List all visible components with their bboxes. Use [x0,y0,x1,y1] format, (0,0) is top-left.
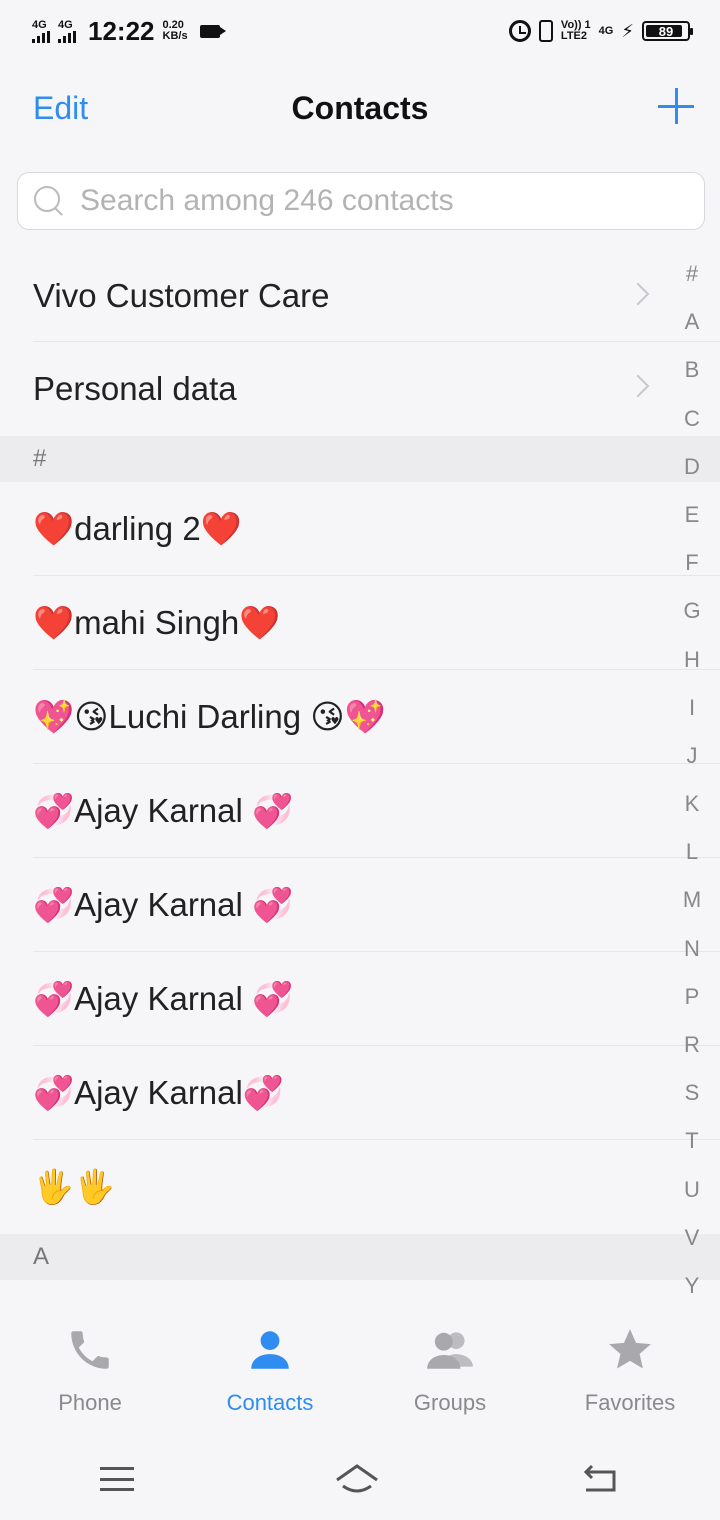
alphabet-index-letter[interactable]: G [672,591,712,639]
network-type-1: 4G [32,18,47,31]
status-bar: 4G 4G 12:22 0.20 KB/s Vo)) 1 LTE2 4G ⚡ 8… [0,0,720,62]
tab-label: Favorites [584,1390,676,1415]
star-icon [600,1320,660,1380]
home-icon[interactable] [333,1462,381,1496]
alphabet-index-letter[interactable]: H [672,640,712,688]
alphabet-index-letter[interactable]: L [672,832,712,880]
alphabet-index-letter[interactable]: M [672,880,712,928]
tab-label: Phone [58,1390,122,1415]
chevron-right-icon [626,374,650,398]
alphabet-index-letter[interactable]: V [672,1218,712,1266]
contact-row[interactable]: ❤️darling 2❤️ [0,482,720,576]
alphabet-index-letter[interactable]: F [672,543,712,591]
clock: 12:22 [88,15,155,46]
list-item-personal-data[interactable]: Personal data [0,342,720,436]
alphabet-index-letter[interactable]: # [672,254,712,302]
charging-icon: ⚡ [621,20,634,41]
search-input[interactable] [80,184,680,218]
contact-name: 🖐🖐 [33,1167,116,1205]
contact-name: 💞Ajay Karnal 💞 [33,885,294,923]
section-header: A [0,1234,720,1280]
alphabet-index-letter[interactable]: E [672,495,712,543]
alphabet-index-letter[interactable]: B [672,350,712,398]
header: Edit Contacts [0,62,720,154]
contact-row[interactable]: 💞Ajay Karnal 💞 [0,764,720,858]
group-icon [420,1320,480,1380]
alphabet-index-letter[interactable]: Y [672,1266,712,1314]
search-icon [32,184,66,218]
volte-bottom: LTE2 [560,30,587,42]
list-item-label: Personal data [33,370,237,407]
network-type-3: 4G [598,24,614,37]
alphabet-index-letter[interactable]: S [672,1073,712,1121]
system-nav-bar [0,1438,720,1520]
status-left: 4G 4G 12:22 0.20 KB/s [32,15,226,47]
network-speed: 0.20 KB/s [163,20,188,42]
tab-label: Contacts [226,1390,314,1415]
add-contact-button[interactable] [656,86,696,126]
alphabet-index-letter[interactable]: U [672,1170,712,1218]
list-item-label: Vivo Customer Care [33,277,330,314]
alphabet-index-letter[interactable]: C [672,399,712,447]
contact-list[interactable]: Vivo Customer Care Personal data # ❤️dar… [0,250,720,1280]
signal-icon-1: 4G [32,18,50,43]
phone-icon [60,1320,120,1380]
network-type-2: 4G [58,18,73,31]
alphabet-index-letter[interactable]: T [672,1121,712,1169]
tab-bar: Phone Contacts Groups Favorites [0,1308,720,1438]
contact-row[interactable]: 🖐🖐 [0,1140,720,1234]
section-header: # [0,436,720,482]
tab-contacts[interactable]: Contacts [180,1308,360,1438]
menu-icon[interactable] [99,1467,134,1491]
contact-name: ❤️mahi Singh❤️ [33,603,281,641]
list-item-vivo-customer-care[interactable]: Vivo Customer Care [0,250,720,342]
contact-row[interactable]: 💞Ajay Karnal 💞 [0,952,720,1046]
alphabet-index-letter[interactable]: D [672,447,712,495]
signal-icon-2: 4G [58,18,76,43]
alphabet-index-letter[interactable]: J [672,736,712,784]
page-title: Contacts [291,89,429,126]
edit-button[interactable]: Edit [33,90,88,127]
chevron-right-icon [626,282,650,306]
alphabet-index-letter[interactable]: R [672,1025,712,1073]
status-right: Vo)) 1 LTE2 4G ⚡ 89 [508,20,693,42]
contact-name: 💞Ajay Karnal 💞 [33,791,294,829]
contact-row[interactable]: ❤️mahi Singh❤️ [0,576,720,670]
battery-level: 89 [658,23,674,39]
alarm-icon [508,20,531,42]
alphabet-index-letter[interactable]: I [672,688,712,736]
back-icon[interactable] [580,1462,620,1496]
contact-name: ❤️darling 2❤️ [33,509,242,547]
person-icon [240,1320,300,1380]
signal-icon-3: 4G [598,24,614,37]
tab-groups[interactable]: Groups [360,1308,540,1438]
contact-row[interactable]: 💖😘Luchi Darling 😘💖 [0,670,720,764]
battery-icon: 89 [642,21,693,41]
tab-label: Groups [413,1390,487,1415]
contact-row[interactable]: 💞Ajay Karnal💞 [0,1046,720,1140]
search-bar[interactable] [17,172,705,230]
video-record-icon [199,24,226,38]
contact-name: 💞Ajay Karnal💞 [33,1073,284,1111]
volte-indicator: Vo)) 1 LTE2 [561,20,591,42]
alphabet-index[interactable]: # A B C D E F G H I J K L M N P R S T U V Y [672,254,712,1314]
alphabet-index-letter[interactable]: K [672,784,712,832]
speed-unit: KB/s [162,30,188,42]
tab-favorites[interactable]: Favorites [540,1308,720,1438]
tab-phone[interactable]: Phone [0,1308,180,1438]
alphabet-index-letter[interactable]: P [672,977,712,1025]
contact-row[interactable]: 💞Ajay Karnal 💞 [0,858,720,952]
vibrate-icon [538,20,553,42]
contact-name: 💖😘Luchi Darling 😘💖 [33,698,386,735]
alphabet-index-letter[interactable]: N [672,929,712,977]
alphabet-index-letter[interactable]: A [672,302,712,350]
contact-name: 💞Ajay Karnal 💞 [33,979,294,1017]
